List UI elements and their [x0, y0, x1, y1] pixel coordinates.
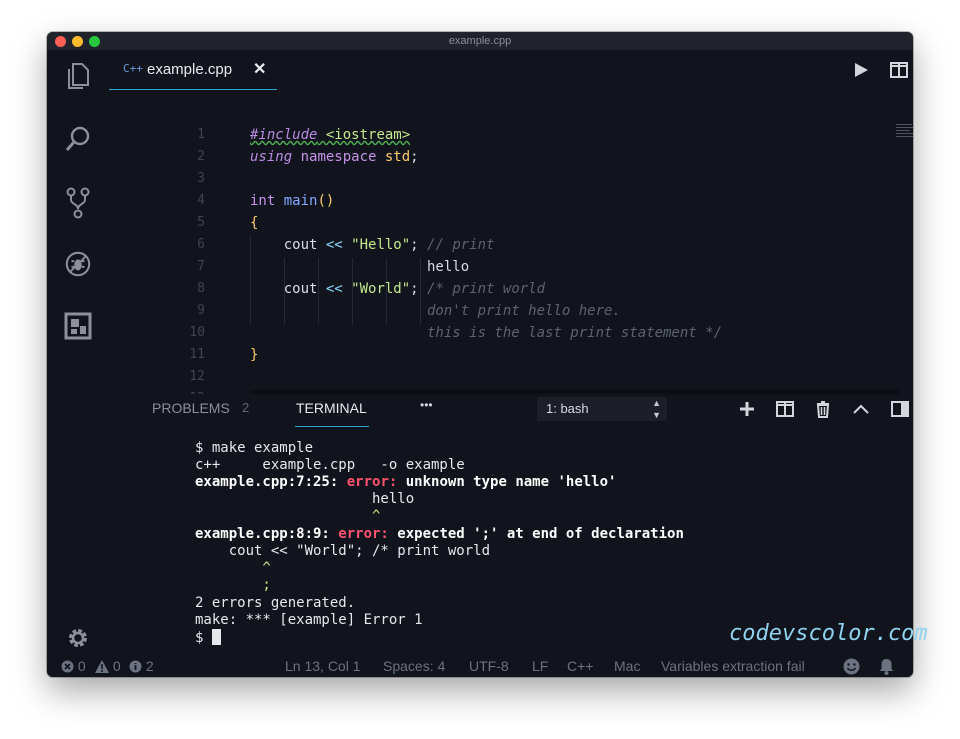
info-count: 2	[145, 658, 154, 674]
maximize-panel-icon[interactable]	[850, 398, 872, 420]
platform[interactable]: Mac	[614, 655, 640, 677]
code-line-9: don't print hello here.	[250, 303, 621, 319]
tab-problems[interactable]: PROBLEMS	[152, 400, 230, 416]
terminal-select-value: 1: bash	[546, 401, 589, 416]
line-number: 11	[189, 347, 205, 362]
split-terminal-icon[interactable]	[774, 398, 796, 420]
terminal-line: 2 errors generated.	[195, 595, 356, 611]
terminal-line: make: *** [example] Error 1	[195, 612, 423, 628]
tab-terminal[interactable]: TERMINAL	[296, 400, 367, 416]
feedback-smiley-icon[interactable]	[843, 658, 860, 677]
extensions-icon[interactable]	[64, 312, 92, 340]
line-number: 5	[197, 215, 205, 230]
line-number: 7	[197, 259, 205, 274]
select-arrows-icon: ▲ ▼	[652, 398, 661, 420]
notifications-bell-icon[interactable]	[879, 658, 894, 677]
code-line-10: this is the last print statement */	[250, 325, 723, 341]
code-line-4: int main()	[250, 193, 335, 209]
tab-example-cpp[interactable]: C++ example.cpp ✕	[109, 50, 277, 90]
search-icon[interactable]	[64, 125, 92, 153]
bottom-panel: PROBLEMS 2 TERMINAL ••• 1: bash ▲▼ ✕ $ m…	[109, 394, 913, 654]
line-number: 2	[197, 149, 205, 164]
line-number: 4	[197, 193, 205, 208]
code-line-7: hello	[250, 259, 470, 275]
terminal-line: c++ example.cpp -o example	[195, 457, 465, 473]
code-line-1: #include <iostream>	[250, 127, 411, 143]
explorer-icon[interactable]	[64, 62, 92, 90]
errors-count: 0	[77, 658, 86, 674]
new-terminal-icon[interactable]	[736, 398, 758, 420]
activity-bar	[47, 50, 109, 655]
code-editor[interactable]: 1 2 3 4 5 6 7 8 9 10 11 12 13 #include <…	[109, 90, 913, 416]
window-title: example.cpp	[448, 35, 512, 47]
debug-icon[interactable]	[64, 250, 92, 278]
minimize-window-button[interactable]	[72, 36, 83, 47]
terminal-cursor	[211, 629, 221, 645]
error-icon	[61, 660, 74, 673]
terminal-prompt: $	[195, 629, 221, 646]
line-number: 3	[197, 171, 205, 186]
indentation[interactable]: Spaces: 4	[383, 655, 445, 677]
terminal-error-line: example.cpp:7:25: error: unknown type na…	[195, 474, 617, 490]
info-icon	[129, 660, 142, 673]
terminal-caret-line: ^	[195, 508, 381, 524]
cpp-file-icon: C++	[123, 62, 143, 75]
code-line-2: using namespace std;	[250, 149, 419, 165]
terminal-error-line: example.cpp:8:9: error: expected ';' at …	[195, 526, 684, 542]
end-of-line[interactable]: LF	[532, 655, 548, 677]
zoom-window-button[interactable]	[89, 36, 100, 47]
editor-tab-bar: C++ example.cpp ✕	[109, 50, 913, 90]
settings-gear-icon[interactable]	[64, 624, 92, 652]
terminal-caret-line: ^	[195, 560, 271, 576]
title-bar: example.cpp	[47, 32, 913, 50]
toggle-panel-position-icon[interactable]	[889, 398, 911, 420]
warnings-count: 0	[112, 658, 121, 674]
warning-icon	[95, 660, 109, 673]
errors-indicator[interactable]: 0	[61, 655, 86, 677]
minimap[interactable]	[896, 124, 913, 144]
code-line-8: cout << "World"; /* print world	[250, 281, 546, 297]
line-number: 10	[189, 325, 205, 340]
terminal-line: $ make example	[195, 440, 314, 456]
kill-terminal-icon[interactable]	[812, 398, 834, 420]
watermark-text: codevscolor.com	[729, 621, 928, 646]
status-bar: 0 0 2 Ln 13, Col 1 Spaces: 4 UTF-8 LF C+…	[47, 655, 913, 677]
status-message[interactable]: Variables extraction fail	[661, 655, 805, 677]
active-tab-indicator	[295, 426, 369, 427]
code-line-6: cout << "Hello"; // print	[250, 237, 495, 253]
tab-label: example.cpp	[147, 61, 233, 78]
cursor-position[interactable]: Ln 13, Col 1	[285, 655, 361, 677]
terminal-select[interactable]: 1: bash ▲ ▼	[537, 397, 667, 421]
line-number: 1	[197, 127, 205, 142]
warnings-indicator[interactable]: 0	[95, 655, 121, 677]
code-line-11: }	[250, 347, 259, 363]
terminal-line: hello	[195, 491, 415, 507]
line-number: 6	[197, 237, 205, 252]
terminal-line: cout << "World"; /* print world	[195, 543, 491, 559]
terminal-fixit-line: ;	[195, 577, 271, 593]
vscode-window: example.cpp C++ example.cpp ✕ 1 2 3 4 5 …	[47, 32, 913, 677]
line-number: 12	[189, 369, 205, 384]
problems-count-badge: 2	[242, 400, 250, 415]
language-mode[interactable]: C++	[567, 655, 593, 677]
source-control-icon[interactable]	[64, 187, 92, 219]
close-tab-icon[interactable]: ✕	[253, 59, 266, 79]
encoding[interactable]: UTF-8	[469, 655, 509, 677]
line-number: 8	[197, 281, 205, 296]
split-editor-icon[interactable]	[888, 59, 910, 81]
panel-more-icon[interactable]: •••	[420, 398, 433, 412]
run-icon[interactable]	[850, 59, 872, 81]
code-line-5: {	[250, 215, 259, 231]
line-number: 9	[197, 303, 205, 318]
info-indicator[interactable]: 2	[129, 655, 154, 677]
close-window-button[interactable]	[55, 36, 66, 47]
